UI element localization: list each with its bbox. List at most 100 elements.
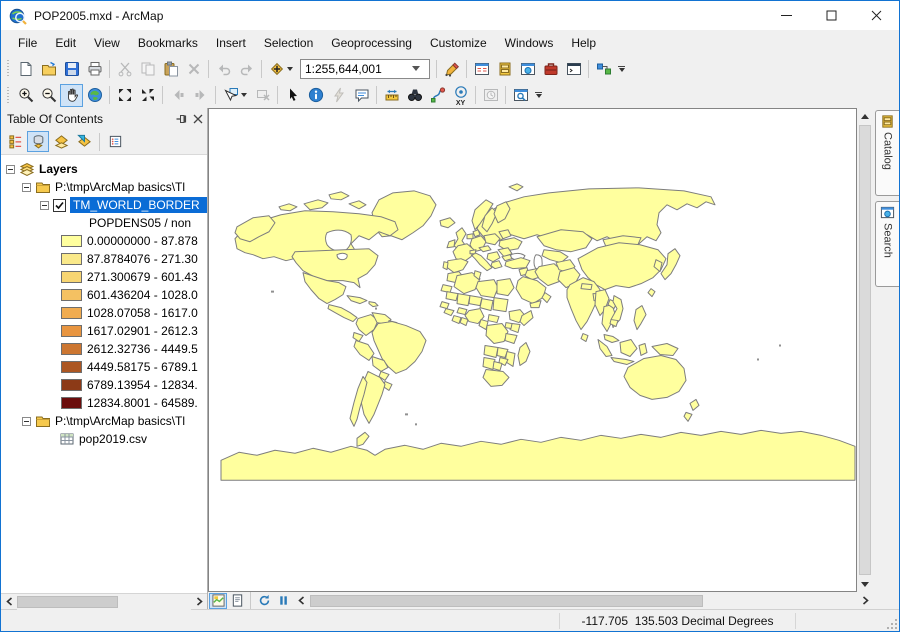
legend-swatch[interactable] <box>61 271 82 283</box>
menu-edit[interactable]: Edit <box>46 32 85 54</box>
list-by-drawing-order-button[interactable] <box>4 131 26 152</box>
go-to-xy-tool[interactable]: XY <box>449 84 472 107</box>
legend-swatch[interactable] <box>61 307 82 319</box>
map-scroll-left-button[interactable] <box>293 593 309 609</box>
country-balkans <box>487 252 500 262</box>
legend-swatch[interactable] <box>61 253 82 265</box>
fixed-zoom-in-tool[interactable] <box>113 84 136 107</box>
collapse-icon[interactable] <box>22 183 31 192</box>
maximize-button[interactable] <box>809 1 854 30</box>
island-sulawesi <box>639 344 647 356</box>
legend-swatch[interactable] <box>61 361 82 373</box>
list-by-selection-button[interactable] <box>73 131 95 152</box>
toolbar-grip-2[interactable] <box>6 87 11 104</box>
scroll-right-button[interactable] <box>191 594 207 610</box>
layout-view-button[interactable] <box>228 593 246 609</box>
collapse-icon[interactable] <box>6 165 15 174</box>
tree-item-layers[interactable]: Layers <box>1 160 207 178</box>
map-vertical-scrollbar[interactable] <box>857 108 873 592</box>
measure-ruler-icon <box>384 87 400 103</box>
identify-tool[interactable] <box>304 84 327 107</box>
popup-bubble-icon <box>354 87 370 103</box>
menu-customize[interactable]: Customize <box>421 32 496 54</box>
resize-grip[interactable] <box>885 617 899 631</box>
scroll-down-button[interactable] <box>857 576 873 592</box>
toc-horizontal-scrollbar[interactable] <box>1 593 207 609</box>
new-document-button[interactable] <box>14 57 37 80</box>
legend-swatch[interactable] <box>61 343 82 355</box>
pin-icon[interactable] <box>175 113 187 125</box>
collapse-icon[interactable] <box>40 201 49 210</box>
select-elements-tool[interactable] <box>281 84 304 107</box>
map-canvas[interactable] <box>208 108 857 592</box>
menu-geoprocessing[interactable]: Geoprocessing <box>322 32 421 54</box>
menu-insert[interactable]: Insert <box>207 32 255 54</box>
legend-swatch[interactable] <box>61 397 82 409</box>
tree-item-group1[interactable]: P:\tmp\ArcMap basics\Tl <box>1 178 207 196</box>
list-by-source-button[interactable] <box>27 131 49 152</box>
map-horizontal-scrollbar[interactable] <box>310 593 856 609</box>
tree-item-layer-tm-world[interactable]: TM_WORLD_BORDER <box>1 196 207 214</box>
search-window-button[interactable] <box>516 57 539 80</box>
legend-swatch[interactable] <box>61 235 82 247</box>
paste-button[interactable] <box>159 57 182 80</box>
editor-toolbar-button[interactable] <box>440 57 463 80</box>
legend-swatch[interactable] <box>61 289 82 301</box>
close-button[interactable] <box>854 1 899 30</box>
toolbar-overflow-button[interactable] <box>615 58 628 80</box>
python-window-button[interactable] <box>562 57 585 80</box>
scroll-left-button[interactable] <box>1 594 17 610</box>
full-extent-tool[interactable] <box>83 84 106 107</box>
zoom-out-tool[interactable] <box>37 84 60 107</box>
tools-overflow-button[interactable] <box>532 84 545 106</box>
menu-selection[interactable]: Selection <box>255 32 322 54</box>
measure-tool[interactable] <box>380 84 403 107</box>
menu-windows[interactable]: Windows <box>496 32 563 54</box>
tree-item-field[interactable]: POPDENS05 / non <box>1 214 207 232</box>
menu-help[interactable]: Help <box>562 32 605 54</box>
legend-swatch[interactable] <box>61 379 82 391</box>
legend-item: 6789.13954 - 12834. <box>1 376 207 394</box>
legend-swatch[interactable] <box>61 325 82 337</box>
toc-options-button[interactable] <box>104 131 126 152</box>
menu-file[interactable]: File <box>9 32 46 54</box>
tree-item-table-pop2019[interactable]: pop2019.csv <box>1 430 207 448</box>
scale-input[interactable] <box>301 61 407 77</box>
country-guinea <box>444 309 454 316</box>
toc-close-icon[interactable] <box>193 114 203 124</box>
modelbuilder-button[interactable] <box>592 57 615 80</box>
table-of-contents-window-button[interactable] <box>470 57 493 80</box>
save-button[interactable] <box>60 57 83 80</box>
collapse-icon[interactable] <box>22 417 31 426</box>
refresh-view-button[interactable] <box>255 593 273 609</box>
tree-item-group2[interactable]: P:\tmp\ArcMap basics\Tl <box>1 412 207 430</box>
tab-catalog[interactable]: Catalog <box>875 110 899 196</box>
fixed-zoom-out-tool[interactable] <box>136 84 159 107</box>
find-route-tool[interactable] <box>426 84 449 107</box>
pan-tool[interactable] <box>60 84 83 107</box>
tab-search[interactable]: Search <box>875 201 899 287</box>
add-data-button[interactable] <box>265 57 297 80</box>
layer-visibility-checkbox[interactable] <box>53 199 66 212</box>
scroll-up-button[interactable] <box>857 108 873 124</box>
minimize-button[interactable] <box>764 1 809 30</box>
select-features-tool[interactable] <box>219 84 251 107</box>
zoom-in-tool[interactable] <box>14 84 37 107</box>
legend-label: 271.300679 - 601.43 <box>87 270 198 284</box>
menu-bookmarks[interactable]: Bookmarks <box>129 32 207 54</box>
arctoolbox-button[interactable] <box>539 57 562 80</box>
arctic-island <box>509 184 523 191</box>
toolbar-grip[interactable] <box>6 60 11 77</box>
open-button[interactable] <box>37 57 60 80</box>
map-scroll-right-button[interactable] <box>857 593 873 609</box>
menu-view[interactable]: View <box>85 32 129 54</box>
list-by-visibility-button[interactable] <box>50 131 72 152</box>
data-view-button[interactable] <box>209 593 227 609</box>
scale-dropdown-button[interactable] <box>407 60 425 78</box>
html-popup-tool[interactable] <box>350 84 373 107</box>
find-tool[interactable] <box>403 84 426 107</box>
catalog-window-button[interactable] <box>493 57 516 80</box>
viewer-window-tool[interactable] <box>509 84 532 107</box>
print-button[interactable] <box>83 57 106 80</box>
pause-drawing-button[interactable] <box>274 593 292 609</box>
